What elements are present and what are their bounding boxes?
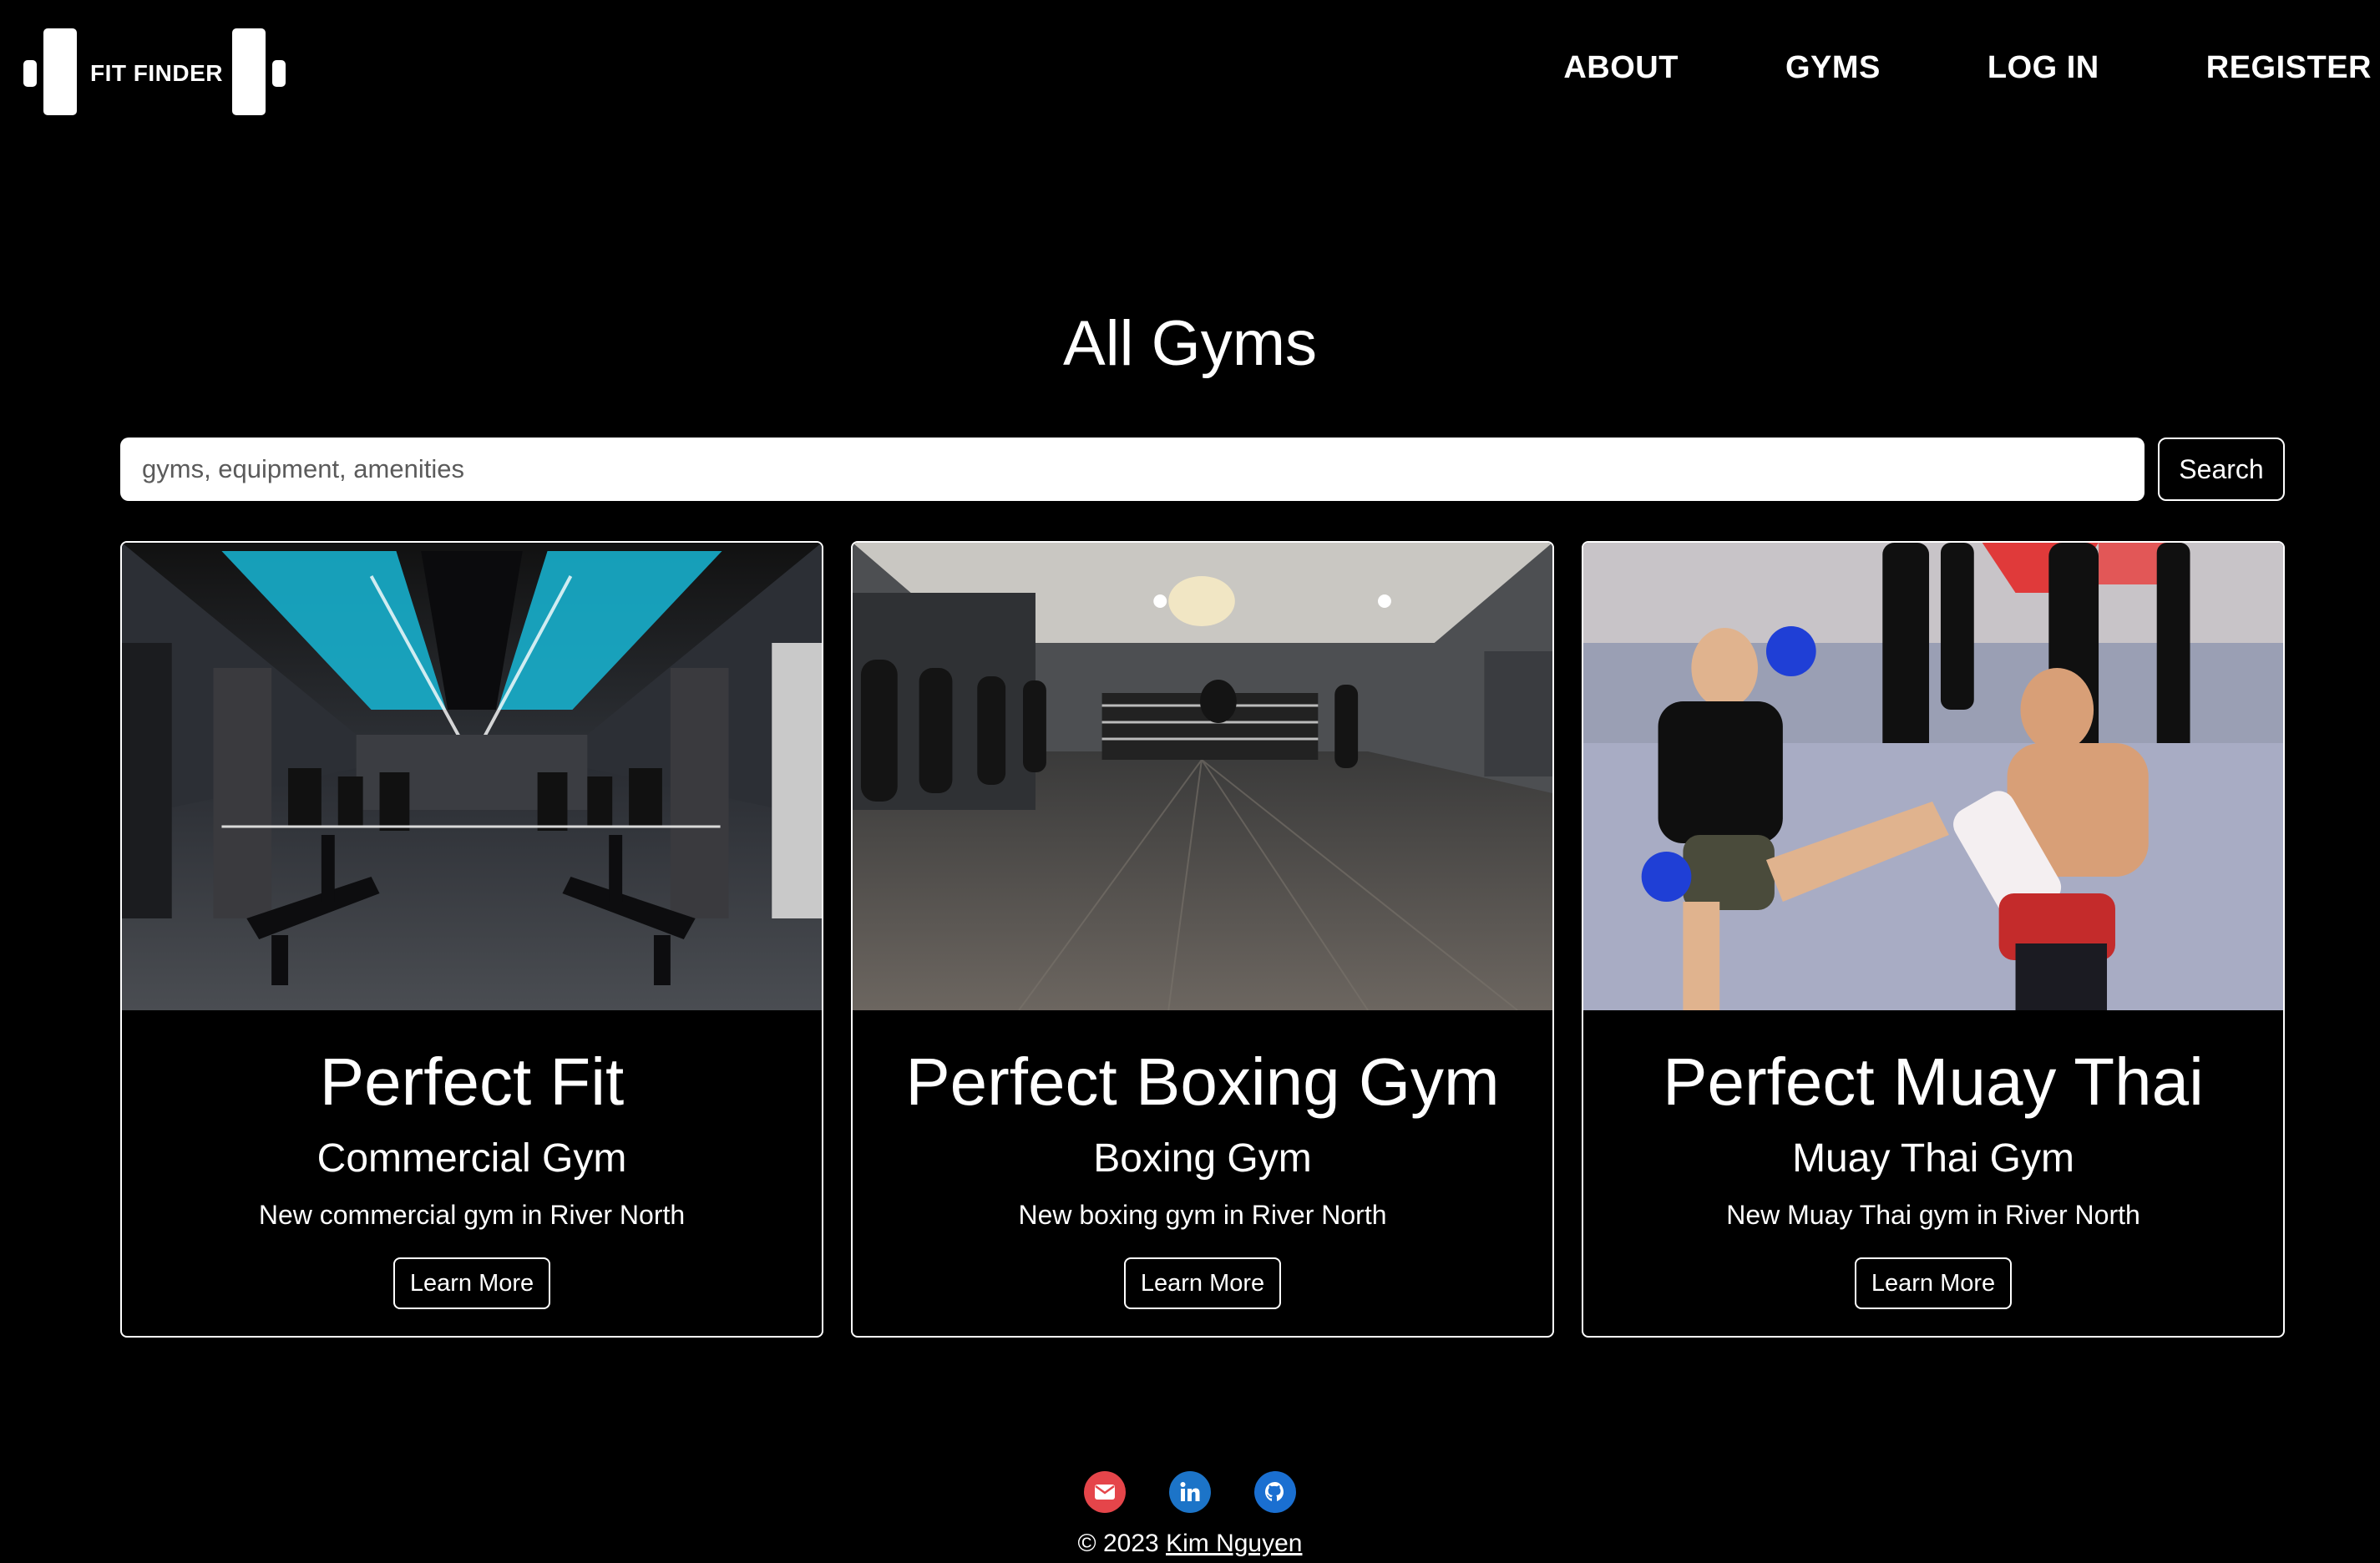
- logo-dumbbell-plate: [232, 28, 266, 115]
- learn-more-button[interactable]: Learn More: [1854, 1257, 2013, 1309]
- learn-more-button[interactable]: Learn More: [392, 1257, 551, 1309]
- copyright: © 2023 Kim Nguyen: [0, 1530, 2380, 1558]
- mail-icon[interactable]: [1084, 1471, 1126, 1513]
- github-icon[interactable]: [1254, 1471, 1296, 1513]
- gym-type: Muay Thai Gym: [1792, 1136, 2074, 1181]
- gym-type: Commercial Gym: [316, 1136, 627, 1181]
- gym-image: [1583, 543, 2283, 1010]
- search-input[interactable]: [120, 438, 2145, 501]
- boxing-gym-photo: [853, 543, 1552, 1010]
- nav-gyms[interactable]: GYMS: [1785, 50, 1881, 86]
- logo-dumbbell-plate: [43, 28, 77, 115]
- gym-interior-photo: [122, 543, 822, 1010]
- nav-about[interactable]: ABOUT: [1563, 50, 1679, 86]
- social-links: [0, 1471, 2380, 1513]
- search-button[interactable]: Search: [2158, 438, 2285, 501]
- muay-thai-photo: [1583, 543, 2283, 1010]
- logo-dumbbell-end: [272, 60, 286, 87]
- gym-image: [122, 543, 822, 1010]
- gym-type: Boxing Gym: [1093, 1136, 1312, 1181]
- page-title: All Gyms: [1063, 308, 1317, 379]
- gym-image: [853, 543, 1552, 1010]
- gym-description: New Muay Thai gym in River North: [1726, 1200, 2140, 1230]
- gym-card-list: Perfect Fit Commercial Gym New commercia…: [120, 541, 2285, 1338]
- logo-dumbbell-end: [23, 60, 37, 87]
- gym-card: Perfect Boxing Gym Boxing Gym New boxing…: [851, 541, 1554, 1338]
- search-bar: Search: [120, 438, 2285, 501]
- gym-name: Perfect Muay Thai: [1663, 1045, 2204, 1119]
- nav-register[interactable]: REGISTER: [2206, 50, 2372, 86]
- linkedin-icon[interactable]: [1169, 1471, 1211, 1513]
- gym-card: Perfect Fit Commercial Gym New commercia…: [120, 541, 823, 1338]
- gym-name: Perfect Boxing Gym: [905, 1045, 1500, 1119]
- gym-description: New boxing gym in River North: [1018, 1200, 1387, 1230]
- learn-more-button[interactable]: Learn More: [1123, 1257, 1282, 1309]
- gym-name: Perfect Fit: [319, 1045, 625, 1119]
- gym-card: Perfect Muay Thai Muay Thai Gym New Muay…: [1582, 541, 2285, 1338]
- gym-description: New commercial gym in River North: [258, 1200, 686, 1230]
- copyright-year: © 2023: [1077, 1530, 1159, 1557]
- author-link[interactable]: Kim Nguyen: [1166, 1530, 1302, 1557]
- brand-logo[interactable]: FIT FINDER: [23, 28, 291, 115]
- nav-login[interactable]: LOG IN: [1988, 50, 2099, 86]
- brand-name: FIT FINDER: [90, 60, 223, 86]
- main-nav: ABOUT GYMS LOG IN REGISTER: [1456, 50, 2372, 86]
